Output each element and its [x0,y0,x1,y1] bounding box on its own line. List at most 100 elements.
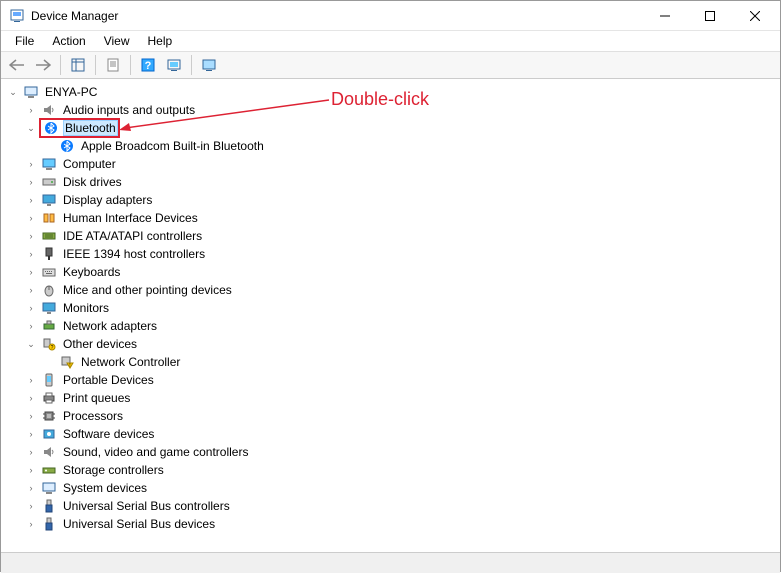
toggle-icon[interactable]: › [25,176,37,188]
hid-icon [41,210,57,226]
separator [130,55,131,75]
system-icon [41,480,57,496]
forward-button[interactable] [31,54,55,76]
scan-button[interactable] [162,54,186,76]
menu-file[interactable]: File [7,33,42,49]
separator [60,55,61,75]
tree-label: IDE ATA/ATAPI controllers [61,229,204,243]
tree-item-bluetooth-device[interactable]: ›Apple Broadcom Built-in Bluetooth [37,137,780,155]
speaker-icon [41,102,57,118]
toggle-icon[interactable]: ⌄ [25,338,37,350]
annotation-highlight: Bluetooth [39,118,120,138]
toggle-icon[interactable]: › [25,158,37,170]
tree-item-storage[interactable]: › Storage controllers [19,461,780,479]
tree-item-software[interactable]: › Software devices [19,425,780,443]
toggle-icon[interactable]: › [25,194,37,206]
toggle-icon[interactable]: › [25,212,37,224]
tree-item-computer[interactable]: ›Computer [19,155,780,173]
toggle-icon[interactable]: › [25,302,37,314]
keyboard-icon [41,264,57,280]
tree-item-print[interactable]: › Print queues [19,389,780,407]
tree-item-monitors[interactable]: ›Monitors [19,299,780,317]
toggle-icon[interactable]: › [25,104,37,116]
show-hide-tree-button[interactable] [66,54,90,76]
toolbar: ? [1,51,780,79]
tree-label: Apple Broadcom Built-in Bluetooth [79,139,266,153]
tree-label: Storage controllers [61,463,166,477]
toggle-icon[interactable]: ⌄ [7,86,19,98]
tree-label: Other devices [61,337,139,351]
maximize-button[interactable] [687,1,732,30]
tree-item-disk[interactable]: › Disk drives [19,173,780,191]
warning-icon: ! [59,354,75,370]
toggle-icon[interactable]: ⌄ [25,122,37,134]
tree-label: Disk drives [61,175,124,189]
menubar: File Action View Help [1,31,780,51]
app-icon [9,8,25,24]
toggle-icon[interactable]: › [25,410,37,422]
tree-label: System devices [61,481,149,495]
separator [191,55,192,75]
tree-item-processors[interactable]: › Processors [19,407,780,425]
display-icon [41,192,57,208]
tree-content[interactable]: ⌄ ENYA-PC ›Audio inputs and outputs ⌄ Bl… [1,79,780,553]
tree-label: Portable Devices [61,373,156,387]
tree-item-ide[interactable]: › IDE ATA/ATAPI controllers [19,227,780,245]
toggle-icon[interactable]: › [25,230,37,242]
toggle-icon[interactable]: › [25,320,37,332]
help-button[interactable]: ? [136,54,160,76]
tree-root[interactable]: ⌄ ENYA-PC [1,83,780,101]
toggle-icon[interactable]: › [25,392,37,404]
tree-item-other[interactable]: ⌄?Other devices [19,335,780,353]
disk-icon [41,174,57,190]
tree-label: Keyboards [61,265,122,279]
tree-label: Network adapters [61,319,159,333]
tree-item-usb[interactable]: ›Universal Serial Bus controllers [19,497,780,515]
tree-label: Print queues [61,391,132,405]
tree-item-ieee[interactable]: ›IEEE 1394 host controllers [19,245,780,263]
toggle-icon[interactable]: › [25,464,37,476]
minimize-button[interactable] [642,1,687,30]
tree-item-mice[interactable]: ›Mice and other pointing devices [19,281,780,299]
toggle-icon[interactable]: › [25,266,37,278]
menu-help[interactable]: Help [140,33,181,49]
back-button[interactable] [5,54,29,76]
tree-label: Processors [61,409,125,423]
cpu-icon [41,408,57,424]
bluetooth-icon [59,138,75,154]
tree-item-sound[interactable]: › Sound, video and game controllers [19,443,780,461]
tree-item-display[interactable]: › Display adapters [19,191,780,209]
storage-icon [41,462,57,478]
window-title: Device Manager [31,9,642,23]
portable-icon [41,372,57,388]
tree-label: Display adapters [61,193,154,207]
toggle-icon[interactable]: › [25,500,37,512]
toggle-icon[interactable]: › [25,428,37,440]
toggle-icon[interactable]: › [25,482,37,494]
tree-item-network[interactable]: › Network adapters [19,317,780,335]
show-hidden-button[interactable] [197,54,221,76]
tree-item-bluetooth[interactable]: ⌄ Bluetooth [19,119,780,137]
tree-label: Bluetooth [63,120,118,136]
sound-icon [41,444,57,460]
tree-item-system[interactable]: › System devices [19,479,780,497]
tree-label: Sound, video and game controllers [61,445,250,459]
tree-label: Software devices [61,427,156,441]
close-button[interactable] [732,1,778,30]
menu-view[interactable]: View [96,33,138,49]
toggle-icon[interactable]: › [25,248,37,260]
tree-item-keyboards[interactable]: › Keyboards [19,263,780,281]
toggle-icon[interactable]: › [25,374,37,386]
toggle-icon[interactable]: › [25,284,37,296]
properties-button[interactable] [101,54,125,76]
toggle-icon[interactable]: › [25,518,37,530]
tree-item-portable[interactable]: › Portable Devices [19,371,780,389]
menu-action[interactable]: Action [44,33,93,49]
toggle-icon[interactable]: › [25,446,37,458]
tree-item-usbdev[interactable]: ›Universal Serial Bus devices [19,515,780,533]
tree-item-network-controller[interactable]: ›!Network Controller [37,353,780,371]
mouse-icon [41,282,57,298]
tree-item-audio[interactable]: ›Audio inputs and outputs [19,101,780,119]
firewire-icon [41,246,57,262]
tree-item-hid[interactable]: ›Human Interface Devices [19,209,780,227]
